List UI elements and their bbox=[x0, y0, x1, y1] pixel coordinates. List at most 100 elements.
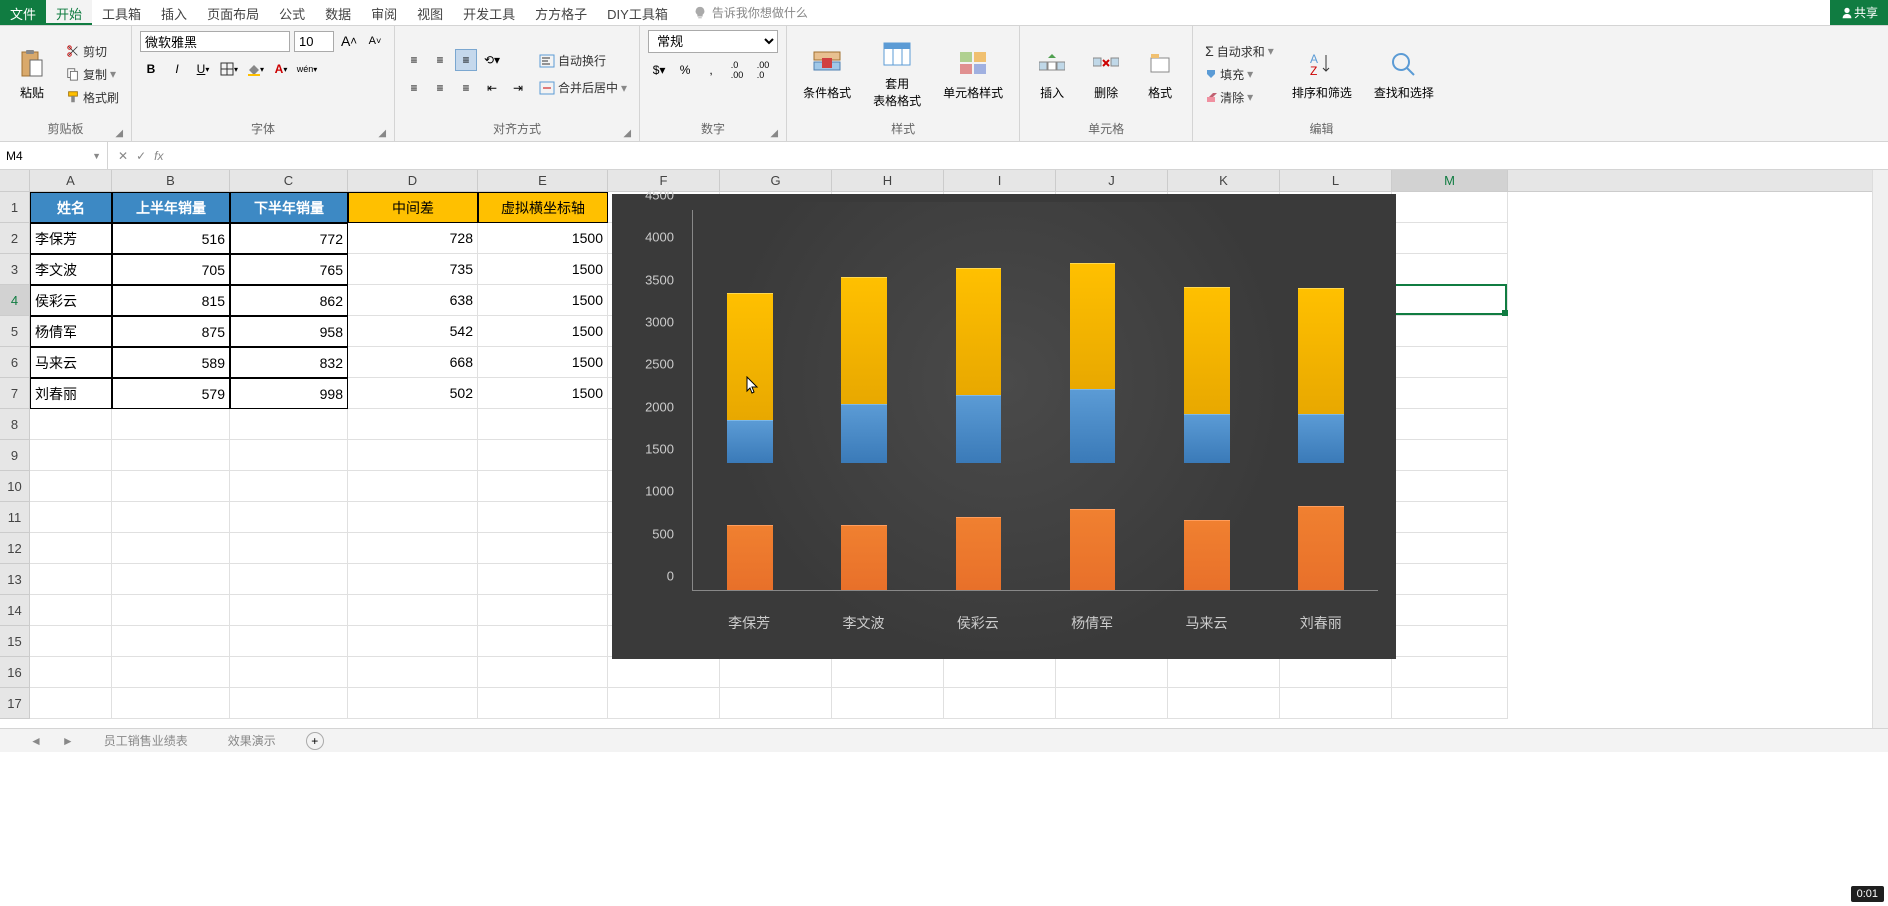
row-header-12[interactable]: 12 bbox=[0, 533, 29, 564]
clear-button[interactable]: 清除▾ bbox=[1201, 87, 1278, 108]
cell-E2[interactable]: 1500 bbox=[478, 223, 608, 254]
cell-D3[interactable]: 735 bbox=[348, 254, 478, 285]
formula-input[interactable] bbox=[173, 142, 1888, 169]
cell-D1[interactable]: 中间差 bbox=[348, 192, 478, 223]
cell-C16[interactable] bbox=[230, 657, 348, 688]
cell-A8[interactable] bbox=[30, 409, 112, 440]
add-sheet-button[interactable]: + bbox=[306, 732, 324, 750]
cell-D6[interactable]: 668 bbox=[348, 347, 478, 378]
cell-M6[interactable] bbox=[1392, 347, 1508, 378]
cell-styles-button[interactable]: 单元格样式 bbox=[935, 44, 1011, 105]
bar-segment[interactable] bbox=[1298, 506, 1344, 590]
cell-M8[interactable] bbox=[1392, 409, 1508, 440]
cell-A10[interactable] bbox=[30, 471, 112, 502]
cell-B13[interactable] bbox=[112, 564, 230, 595]
cell-D11[interactable] bbox=[348, 502, 478, 533]
cell-D16[interactable] bbox=[348, 657, 478, 688]
cell-M15[interactable] bbox=[1392, 626, 1508, 657]
cell-D12[interactable] bbox=[348, 533, 478, 564]
cell-E8[interactable] bbox=[478, 409, 608, 440]
font-size-combo[interactable] bbox=[294, 31, 334, 52]
cell-M10[interactable] bbox=[1392, 471, 1508, 502]
align-top-button[interactable]: ≡ bbox=[403, 49, 425, 71]
cell-C5[interactable]: 958 bbox=[230, 316, 348, 347]
col-header-I[interactable]: I bbox=[944, 170, 1056, 191]
italic-button[interactable]: I bbox=[166, 58, 188, 80]
cell-C2[interactable]: 772 bbox=[230, 223, 348, 254]
col-header-M[interactable]: M bbox=[1392, 170, 1508, 191]
cell-M7[interactable] bbox=[1392, 378, 1508, 409]
row-header-4[interactable]: 4 bbox=[0, 285, 29, 316]
cell-M14[interactable] bbox=[1392, 595, 1508, 626]
cell-G17[interactable] bbox=[720, 688, 832, 719]
tab-review[interactable]: 审阅 bbox=[361, 0, 407, 25]
cell-F17[interactable] bbox=[608, 688, 720, 719]
cell-J16[interactable] bbox=[1056, 657, 1168, 688]
cell-M17[interactable] bbox=[1392, 688, 1508, 719]
row-header-7[interactable]: 7 bbox=[0, 378, 29, 409]
cell-M11[interactable] bbox=[1392, 502, 1508, 533]
row-header-8[interactable]: 8 bbox=[0, 409, 29, 440]
cell-B15[interactable] bbox=[112, 626, 230, 657]
cell-D9[interactable] bbox=[348, 440, 478, 471]
cell-A12[interactable] bbox=[30, 533, 112, 564]
cell-M16[interactable] bbox=[1392, 657, 1508, 688]
cut-button[interactable]: 剪切 bbox=[62, 41, 123, 62]
cell-J17[interactable] bbox=[1056, 688, 1168, 719]
cell-C4[interactable]: 862 bbox=[230, 285, 348, 316]
bar-segment[interactable] bbox=[1298, 288, 1344, 415]
cell-D14[interactable] bbox=[348, 595, 478, 626]
cell-M1[interactable] bbox=[1392, 192, 1508, 223]
col-header-G[interactable]: G bbox=[720, 170, 832, 191]
tab-data[interactable]: 数据 bbox=[315, 0, 361, 25]
cell-A2[interactable]: 李保芳 bbox=[30, 223, 112, 254]
sheet-nav-next[interactable]: ► bbox=[62, 734, 74, 748]
bar-segment[interactable] bbox=[1184, 520, 1230, 590]
cell-M3[interactable] bbox=[1392, 254, 1508, 285]
bar-segment[interactable] bbox=[1070, 389, 1116, 463]
cell-A14[interactable] bbox=[30, 595, 112, 626]
cell-D8[interactable] bbox=[348, 409, 478, 440]
decrease-decimal-button[interactable]: .00.0 bbox=[752, 59, 774, 81]
find-select-button[interactable]: 查找和选择 bbox=[1366, 44, 1442, 105]
comma-button[interactable]: , bbox=[700, 59, 722, 81]
bar-segment[interactable] bbox=[841, 525, 887, 590]
cell-B17[interactable] bbox=[112, 688, 230, 719]
cell-D15[interactable] bbox=[348, 626, 478, 657]
cell-E16[interactable] bbox=[478, 657, 608, 688]
row-header-13[interactable]: 13 bbox=[0, 564, 29, 595]
select-all-corner[interactable] bbox=[0, 170, 30, 191]
cell-M5[interactable] bbox=[1392, 316, 1508, 347]
alignment-launcher[interactable]: ◢ bbox=[623, 128, 631, 139]
sheet-nav-prev[interactable]: ◄ bbox=[30, 734, 42, 748]
cell-M4[interactable] bbox=[1392, 285, 1508, 316]
tab-view[interactable]: 视图 bbox=[407, 0, 453, 25]
cell-B1[interactable]: 上半年销量 bbox=[112, 192, 230, 223]
worksheet-grid[interactable]: ABCDEFGHIJKLM 1234567891011121314151617 … bbox=[0, 170, 1888, 728]
cell-C12[interactable] bbox=[230, 533, 348, 564]
align-middle-button[interactable]: ≡ bbox=[429, 49, 451, 71]
cell-E11[interactable] bbox=[478, 502, 608, 533]
cell-C8[interactable] bbox=[230, 409, 348, 440]
tell-me-search[interactable]: 告诉我你想做什么 bbox=[678, 0, 1830, 25]
number-format-combo[interactable]: 常规 bbox=[648, 30, 778, 53]
fill-button[interactable]: 填充▾ bbox=[1201, 64, 1278, 85]
tab-insert[interactable]: 插入 bbox=[151, 0, 197, 25]
cell-D2[interactable]: 728 bbox=[348, 223, 478, 254]
col-header-J[interactable]: J bbox=[1056, 170, 1168, 191]
cell-A17[interactable] bbox=[30, 688, 112, 719]
row-header-3[interactable]: 3 bbox=[0, 254, 29, 285]
row-header-10[interactable]: 10 bbox=[0, 471, 29, 502]
font-name-combo[interactable] bbox=[140, 31, 290, 52]
cell-B9[interactable] bbox=[112, 440, 230, 471]
bar-segment[interactable] bbox=[956, 517, 1002, 590]
cell-E12[interactable] bbox=[478, 533, 608, 564]
col-header-E[interactable]: E bbox=[478, 170, 608, 191]
cell-H16[interactable] bbox=[832, 657, 944, 688]
cell-E13[interactable] bbox=[478, 564, 608, 595]
tab-developer[interactable]: 开发工具 bbox=[453, 0, 525, 25]
sort-filter-button[interactable]: AZ排序和筛选 bbox=[1284, 44, 1360, 105]
tab-home[interactable]: 开始 bbox=[46, 0, 92, 25]
insert-cells-button[interactable]: 插入 bbox=[1028, 44, 1076, 105]
sheet-tab-2[interactable]: 效果演示 bbox=[218, 730, 286, 751]
